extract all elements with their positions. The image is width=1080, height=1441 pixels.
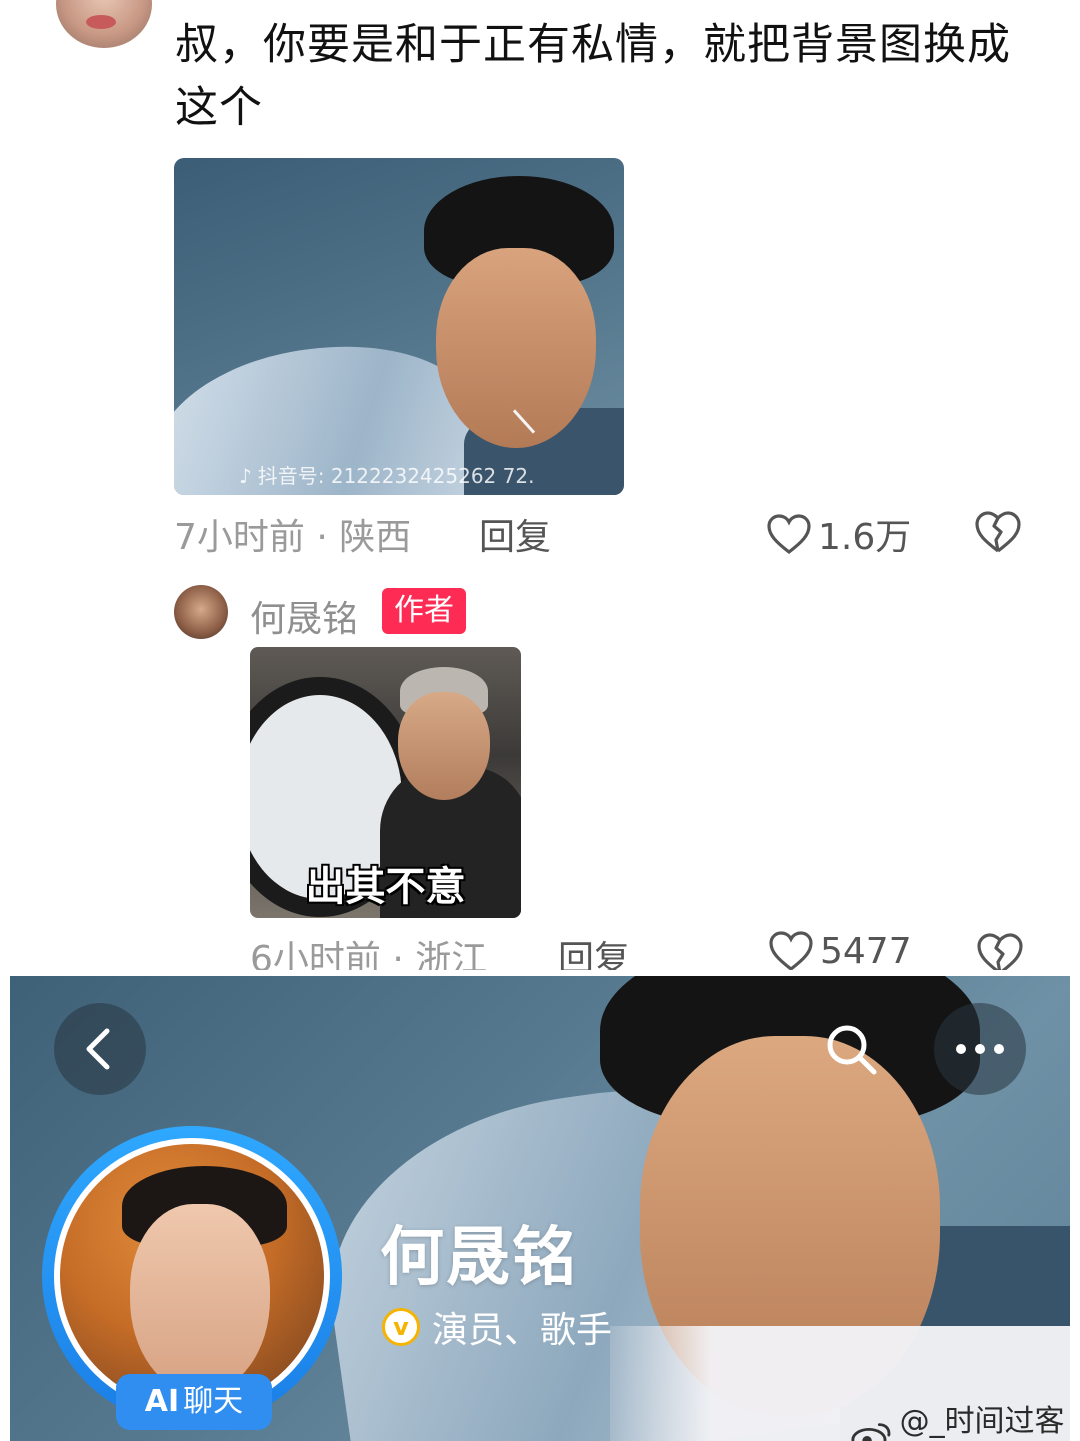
comment-image[interactable]: ♪ 抖音号: 2122232425262 72. (174, 158, 624, 495)
tiktok-note-icon: ♪ (239, 464, 252, 488)
broken-heart-icon (977, 933, 1023, 970)
reply-meta: 6小时前 · 浙江 回复 5477 (250, 930, 1040, 970)
reply-sticker-image[interactable]: 出其不意 (250, 647, 521, 918)
reply-button[interactable]: 回复 (558, 930, 630, 970)
sticker-caption: 出其不意 (305, 864, 466, 910)
search-icon (827, 1025, 877, 1075)
dislike-button[interactable] (974, 510, 1022, 563)
heart-icon (769, 931, 813, 970)
more-button[interactable] (934, 1003, 1026, 1095)
reply-button[interactable]: 回复 (479, 508, 551, 560)
commenter-avatar[interactable] (56, 0, 152, 48)
like-button[interactable]: 5477 (768, 930, 912, 970)
broken-heart-icon (975, 511, 1021, 553)
author-avatar[interactable] (174, 585, 228, 639)
like-button[interactable]: 1.6万 (766, 508, 911, 560)
more-dots-icon (956, 1044, 1004, 1054)
dislike-button[interactable] (976, 932, 1024, 970)
search-button[interactable] (822, 1020, 882, 1080)
back-arrow-icon (86, 1028, 110, 1070)
reply-time: 6小时前 · 浙江 (250, 939, 488, 970)
profile-header: AI聊天 何晟铭 v 演员、歌手 @_时间过客_ (10, 976, 1070, 1441)
verified-label: 演员、歌手 (432, 1310, 613, 1351)
tiktok-watermark: ♪ 抖音号: 2122232425262 72. (239, 464, 535, 488)
profile-name: 何晟铭 (380, 1221, 578, 1295)
verified-info: v 演员、歌手 (382, 1301, 612, 1353)
heart-icon (767, 514, 811, 555)
ai-chat-button[interactable]: AI 聊天 (116, 1374, 272, 1430)
author-name[interactable]: 何晟铭 (250, 590, 358, 642)
comment-text: 叔，你要是和于正有私情，就把背景图换成这个 (175, 20, 1011, 133)
comment-time: 7小时前 · 陕西 (174, 517, 412, 558)
weibo-watermark: @_时间过客_ (850, 1396, 1070, 1441)
like-count: 5477 (820, 930, 912, 971)
author-badge: 作者 (382, 588, 466, 634)
comment-meta: 7小时前 · 陕西 回复 1.6万 (174, 508, 1034, 558)
like-count: 1.6万 (818, 517, 912, 558)
verified-icon: v (382, 1308, 420, 1346)
weibo-logo-icon (851, 1422, 891, 1441)
back-button[interactable] (54, 1003, 146, 1095)
